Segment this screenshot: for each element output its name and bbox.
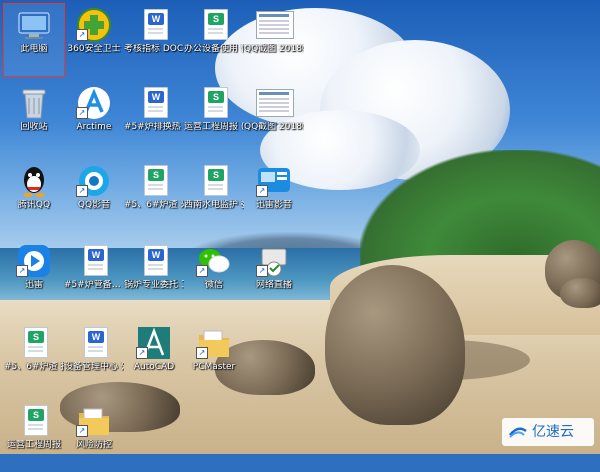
desktop-icon-label: 设备管理中心 外包维护项... [64,362,124,372]
yisu-logo-icon [509,427,527,438]
wallpaper-rock [325,265,465,425]
sheet-icon: S [136,163,172,199]
desktop-icon[interactable]: ↗ 微信 [184,240,244,312]
screenshot-icon [256,7,294,43]
desktop-icon[interactable]: ↗ 360安全卫士 [64,4,124,76]
desktop-icon-label: #5#炉排换热 投运后温... [124,122,184,132]
shortcut-arrow-icon: ↗ [256,265,268,277]
desktop-icon[interactable]: ↗ AutoCAD [124,322,184,394]
desktop-icon-label: 此电脑 [20,44,48,54]
desktop-icon[interactable]: 此电脑 [3,3,65,77]
shortcut-arrow-icon: ↗ [256,185,268,197]
word-icon: W [136,85,172,121]
shortcut-arrow-icon: ↗ [196,265,208,277]
desktop-icon-label: Arctime [76,122,112,132]
desktop-icon-label: PCMaster [192,362,236,372]
wallpaper-rock [560,278,600,308]
desktop-icon[interactable]: S西南水电监护 委员会关于... [184,160,244,232]
sheet-icon: S [196,7,232,43]
desktop-icon-label: #5、6#炉渣 采用换热器... [124,200,184,210]
desktop-icon-label: 西南水电监护 委员会关于... [184,200,244,210]
desktop-icon-label: 迅雷 [24,280,43,290]
desktop-icon[interactable]: ↗ Arctime [64,82,124,154]
desktop-icon-label: 迅雷影音 [255,200,292,210]
desktop-icon-label: 微信 [204,280,223,290]
desktop-icon-label: 办公设备使用 情况登记表... [184,44,244,54]
desktop-icon-label: 360安全卫士 [67,44,121,54]
desktop-icon[interactable]: ↗ 风险防控 [64,400,124,472]
network-icon: ↗ [256,243,292,279]
desktop-icon[interactable]: W#5#炉排换热 投运后温... [124,82,184,154]
app-360-icon: ↗ [76,7,112,43]
desktop-icon[interactable]: S#5、6#炉渣 采用换热器... [124,160,184,232]
desktop-icon-label: 锅炉专业委托 工作2018... [124,280,184,290]
desktop-icon[interactable]: ↗ 网络直播 [244,240,304,312]
desktop-icon-label: 回收站 [20,122,48,132]
desktop-icon-label: 网络直播 [255,280,292,290]
recycle-icon [16,85,52,121]
desktop-icon-label: 运营工程周报 [6,440,61,450]
watermark: 亿速云 [502,418,594,446]
qq-icon [16,163,52,199]
screenshot-icon [256,85,294,121]
desktop-icon[interactable]: S#5、6#炉渣 指示器记录... [4,322,64,394]
shortcut-arrow-icon: ↗ [16,265,28,277]
desktop-icon[interactable]: S 运营工程周报 [4,400,64,472]
desktop-icon[interactable]: ↗ QQ影音 [64,160,124,232]
word-icon: W [76,243,112,279]
computer-icon [16,7,52,43]
desktop-icon-label: AutoCAD [133,362,175,372]
desktop-icon-label: 运营工程周报 (2018年... [184,122,244,132]
desktop-icon[interactable]: 回收站 [4,82,64,154]
desktop-icon[interactable]: ↗ 迅雷影音 [244,160,304,232]
folder-icon: ↗ [76,403,112,439]
desktop-icon-label: 风险防控 [75,440,112,450]
autocad-icon: ↗ [136,325,172,361]
sheet-icon: S [16,403,52,439]
word-icon: W [136,243,172,279]
word-icon: W [136,7,172,43]
desktop-icon-label: QQ截图 20180905... [244,44,304,54]
word-icon: W [76,325,112,361]
desktop-icon-label: QQ影音 [77,200,111,210]
desktop-icon-label: #5#炉管备… 冷取样测… [64,280,124,290]
desktop-icon[interactable]: 腾讯QQ [4,160,64,232]
thunder-icon: ↗ [256,163,292,199]
watermark-text: 亿速云 [532,424,574,440]
shortcut-arrow-icon: ↗ [196,347,208,359]
shortcut-arrow-icon: ↗ [76,107,88,119]
shortcut-arrow-icon: ↗ [136,347,148,359]
desktop-icon[interactable]: W锅炉专业委托 工作2018... [124,240,184,312]
desktop-icon-label: 腾讯QQ [17,200,51,210]
folder-icon: ↗ [196,325,232,361]
sheet-icon: S [16,325,52,361]
desktop-icon-label: 考核指标 DOC 文... [124,44,184,54]
desktop-icon[interactable]: W考核指标 DOC 文... [124,4,184,76]
sheet-icon: S [196,85,232,121]
desktop-icon-label: QQ截图 20180905... [244,122,304,132]
desktop-icon[interactable]: S办公设备使用 情况登记表... [184,4,244,76]
desktop-icon[interactable]: S运营工程周报 (2018年... [184,82,244,154]
shortcut-arrow-icon: ↗ [76,185,88,197]
desktop-icon[interactable]: W#5#炉管备… 冷取样测… [64,240,124,312]
sheet-icon: S [196,163,232,199]
desktop-icon[interactable]: ↗ PCMaster [184,322,244,394]
shortcut-arrow-icon: ↗ [76,29,88,41]
desktop-icon[interactable]: W设备管理中心 外包维护项... [64,322,124,394]
desktop-icon[interactable]: QQ截图 20180905... [244,82,304,154]
desktop-icon[interactable]: ↗ 迅雷 [4,240,64,312]
desktop-icon[interactable]: QQ截图 20180905... [244,4,304,76]
xunlei-icon: ↗ [16,243,52,279]
shortcut-arrow-icon: ↗ [76,425,88,437]
qqvideo-icon: ↗ [76,163,112,199]
arctime-icon: ↗ [76,85,112,121]
desktop-icon-label: #5、6#炉渣 指示器记录... [4,362,64,372]
wechat-icon: ↗ [196,243,232,279]
